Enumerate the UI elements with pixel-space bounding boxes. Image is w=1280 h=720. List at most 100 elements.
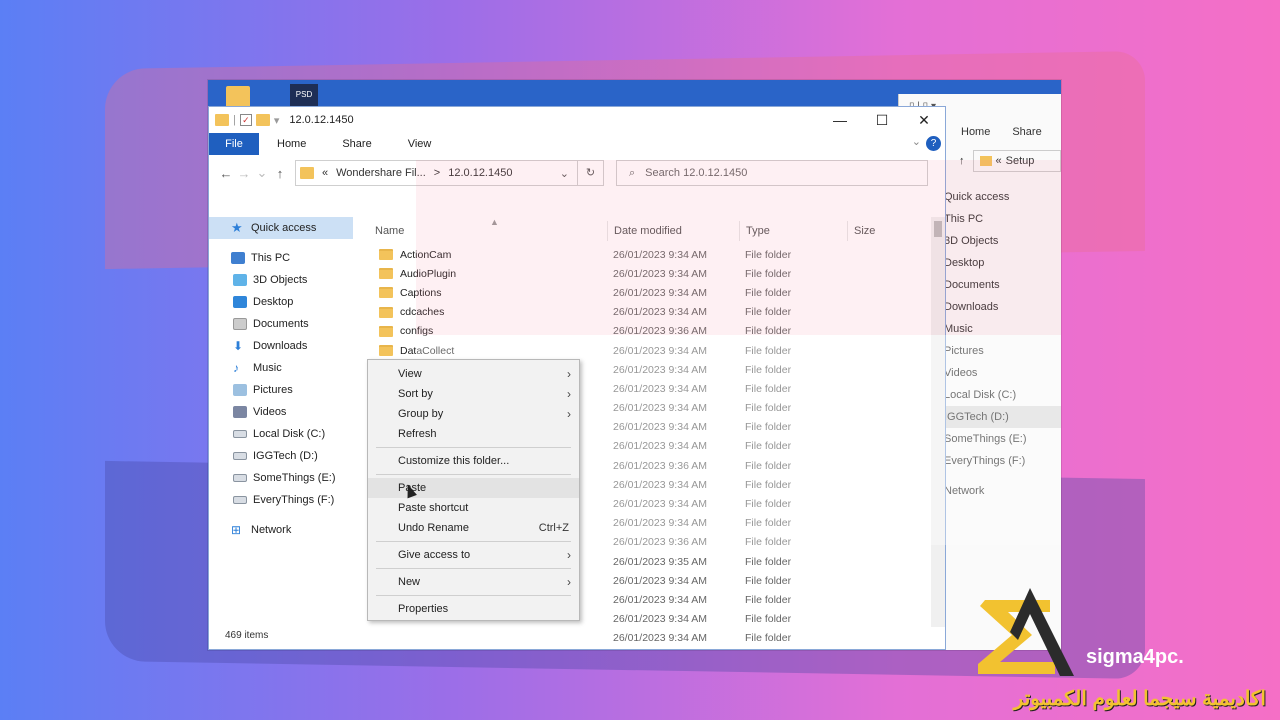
row-date: 26/01/2023 9:34 AM (613, 517, 707, 530)
sidebar-item-everythings-f[interactable]: EveryThings (F:) (209, 489, 357, 511)
submenu-arrow-icon: › (567, 407, 571, 421)
sidebar-item-label: Local Disk (C:) (253, 428, 326, 440)
menu-item-paste[interactable]: Paste (368, 478, 579, 498)
address-overflow[interactable]: « (322, 167, 328, 179)
breadcrumb-separator[interactable]: > (434, 167, 440, 179)
sidebar-item-iggtech-d[interactable]: IGGTech (D:) (209, 445, 357, 467)
pc-icon (231, 252, 245, 264)
search-input[interactable]: ⌕ Search 12.0.12.1450 (616, 160, 928, 186)
back-address-box[interactable]: « Setup (972, 150, 1061, 172)
sidebar-item-music[interactable]: ♪ Music (209, 357, 357, 379)
tab-file[interactable]: File (209, 133, 259, 155)
menu-item-refresh[interactable]: Refresh (368, 424, 579, 444)
sidebar-item-label: Downloads (253, 340, 308, 352)
sidebar-item-pictures[interactable]: Pictures (209, 379, 357, 401)
row-date: 26/01/2023 9:34 AM (613, 267, 707, 280)
menu-item-sort-by[interactable]: Sort by › (368, 384, 579, 404)
sidebar-item-quick-access[interactable]: ★ Quick access (209, 217, 353, 239)
row-name-cell (369, 633, 607, 644)
menu-item-give-access[interactable]: Give access to › (368, 545, 579, 565)
table-row[interactable]: DataCollect 26/01/2023 9:34 AM File folder (369, 341, 931, 360)
minimize-button[interactable]: — (819, 107, 861, 133)
table-row[interactable]: ActionCam 26/01/2023 9:34 AM File folder (369, 245, 931, 264)
row-date: 26/01/2023 9:34 AM (613, 440, 707, 453)
row-type: File folder (745, 344, 792, 357)
up-arrow-icon[interactable]: ↑ (271, 166, 289, 181)
sidebar-item-desktop[interactable]: Desktop (209, 291, 357, 313)
table-row[interactable]: configs 26/01/2023 9:36 AM File folder (369, 322, 931, 341)
forward-arrow-icon[interactable]: → (235, 166, 253, 181)
breadcrumb-current[interactable]: 12.0.12.1450 (448, 167, 512, 179)
row-type: File folder (745, 632, 792, 645)
table-row[interactable]: 26/01/2023 9:34 AM File folder (369, 629, 931, 648)
breadcrumb-parent[interactable]: Wondershare Fil... (336, 167, 426, 179)
sidebar-item-videos[interactable]: Videos (209, 401, 357, 423)
sidebar-item-documents[interactable]: Documents (209, 313, 357, 335)
column-header-type[interactable]: Type (739, 221, 847, 241)
refresh-icon[interactable]: ↻ (578, 160, 604, 186)
menu-item-customize[interactable]: Customize this folder... (368, 451, 579, 471)
new-folder-icon[interactable] (255, 114, 270, 126)
menu-item-view[interactable]: View › (368, 364, 579, 384)
help-icon[interactable]: ? (926, 136, 941, 151)
up-arrow-icon[interactable]: ↑ (959, 155, 965, 167)
drive-icon (233, 430, 247, 438)
vertical-scrollbar[interactable] (931, 217, 945, 627)
table-row[interactable]: Captions 26/01/2023 9:34 AM File folder (369, 283, 931, 302)
menu-item-new[interactable]: New › (368, 572, 579, 592)
column-header-date[interactable]: Date modified (607, 221, 739, 241)
menu-item-group-by[interactable]: Group by › (368, 404, 579, 424)
column-header-size[interactable]: Size (847, 221, 917, 241)
menu-item-properties[interactable]: Properties (368, 599, 579, 619)
expand-ribbon-icon[interactable]: ⌄ (912, 135, 921, 148)
row-date: 26/01/2023 9:36 AM (613, 325, 707, 338)
close-button[interactable]: ✕ (903, 107, 945, 133)
row-date: 26/01/2023 9:34 AM (613, 632, 707, 645)
back-tab-share[interactable]: Share (1012, 126, 1041, 138)
table-row[interactable]: AudioPlugin 26/01/2023 9:34 AM File folder (369, 264, 931, 283)
tab-home[interactable]: Home (259, 138, 324, 150)
sidebar-item-downloads[interactable]: ⬇ Downloads (209, 335, 357, 357)
address-toolbar: ← → ⌄ ↑ « Wondershare Fil... > 12.0.12.1… (209, 155, 945, 191)
back-arrow-icon[interactable]: ← (217, 166, 235, 181)
row-type: File folder (745, 478, 792, 491)
toolbar-dropdown-icon[interactable]: ▾ (274, 114, 280, 127)
sidebar-item-somethings-e[interactable]: SomeThings (E:) (209, 467, 357, 489)
row-name-cell: Captions (369, 287, 607, 299)
row-date: 26/01/2023 9:36 AM (613, 459, 707, 472)
folder-icon (379, 287, 393, 299)
sidebar-item-this-pc[interactable]: This PC (209, 247, 357, 269)
sidebar-item-3d-objects[interactable]: 3D Objects (209, 269, 357, 291)
back-tab-home[interactable]: Home (961, 126, 990, 138)
folder-icon (300, 167, 314, 179)
desktop-folder-icon[interactable] (226, 86, 250, 108)
menu-item-undo-rename[interactable]: Undo Rename Ctrl+Z (368, 518, 579, 538)
address-bar[interactable]: « Wondershare Fil... > 12.0.12.1450 ⌄ (295, 160, 578, 186)
tab-share[interactable]: Share (324, 138, 389, 150)
folder-icon (379, 249, 393, 261)
submenu-arrow-icon: › (567, 548, 571, 562)
sidebar-item-label: IGGTech (D:) (253, 450, 318, 462)
psd-file-icon[interactable]: PSD (290, 84, 318, 106)
row-name-cell: configs (369, 325, 607, 337)
column-headers: ▲ Name Date modified Type Size (369, 217, 931, 245)
address-dropdown-icon[interactable]: ⌄ (560, 167, 577, 180)
table-row[interactable]: cdcaches 26/01/2023 9:34 AM File folder (369, 303, 931, 322)
scrollbar-thumb[interactable] (934, 221, 942, 237)
maximize-button[interactable]: ☐ (861, 107, 903, 133)
tab-view[interactable]: View (390, 138, 450, 150)
window-title: 12.0.12.1450 (289, 114, 354, 126)
recent-dropdown-icon[interactable]: ⌄ (253, 165, 271, 181)
row-date: 26/01/2023 9:34 AM (613, 363, 707, 376)
menu-item-label: Undo Rename (398, 522, 469, 534)
sidebar-item-network[interactable]: ⊞ Network (209, 519, 357, 541)
menu-item-label: New (398, 576, 421, 588)
menu-item-paste-shortcut[interactable]: Paste shortcut (368, 498, 579, 518)
menu-separator (376, 541, 571, 542)
row-type: File folder (745, 536, 792, 549)
properties-icon[interactable]: ✓ (239, 114, 252, 126)
sidebar-item-local-disk-c[interactable]: Local Disk (C:) (209, 423, 357, 445)
row-type: File folder (745, 440, 792, 453)
menu-item-label: View (398, 368, 422, 380)
titlebar: | ✓ ▾ 12.0.12.1450 — ☐ ✕ (209, 107, 945, 133)
